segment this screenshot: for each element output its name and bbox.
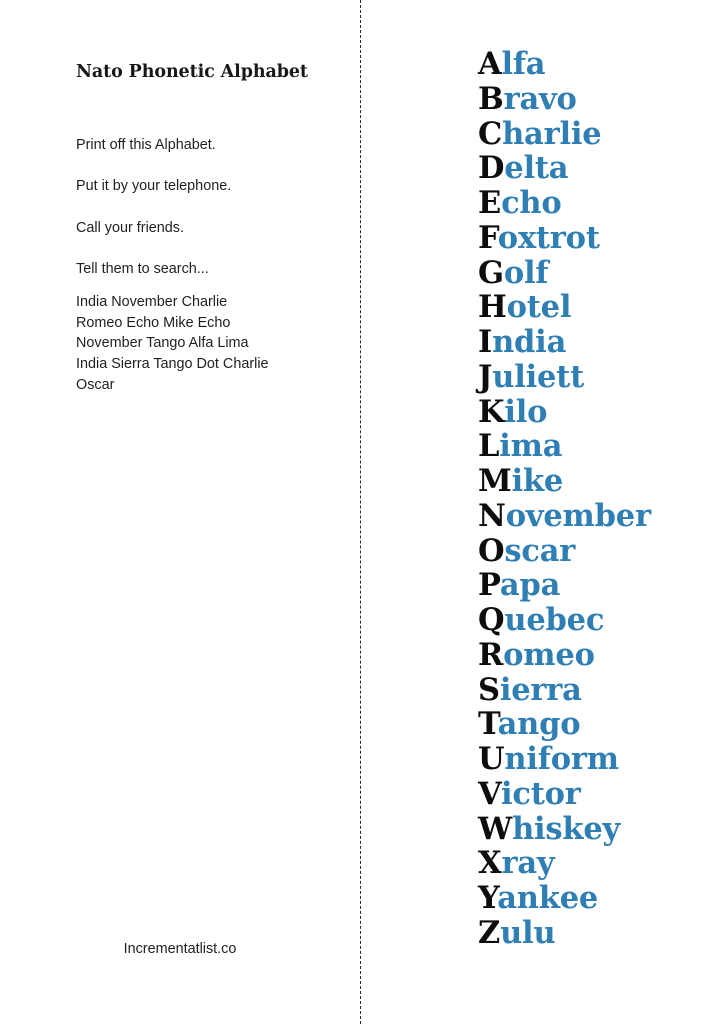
alphabet-initial: B (478, 80, 504, 117)
alphabet-initial: U (478, 741, 505, 777)
alphabet-initial: R (478, 636, 504, 673)
alphabet-initial: E (478, 185, 502, 221)
alphabet-item-r: Romeo (478, 636, 651, 673)
alphabet-initial: V (478, 775, 501, 812)
alphabet-initial: W (478, 810, 513, 847)
alphabet-word-remainder: omeo (503, 636, 595, 673)
alphabet-word-remainder: ango (497, 706, 581, 743)
page-title: Nato Phonetic Alphabet (76, 62, 308, 82)
spelled-url-line: Oscar (76, 376, 115, 393)
printable-page: Nato Phonetic Alphabet Print off this Al… (0, 0, 724, 1024)
alphabet-word-remainder: elta (504, 150, 569, 187)
spelled-url-line: India Sierra Tango Dot Charlie (76, 356, 269, 373)
alphabet-list: Alfa Bravo Charlie Delta Echo Foxtrot Golf Hote… (478, 47, 651, 951)
alphabet-item-p: Papa (478, 568, 651, 603)
spelled-url-line: November Tango Alfa Lima (76, 335, 249, 352)
alphabet-initial: N (478, 497, 506, 534)
alphabet-word-remainder: ulu (500, 914, 556, 951)
instruction-line: Tell them to search... (76, 260, 209, 277)
alphabet-initial: A (478, 46, 502, 82)
alphabet-word-remainder: ictor (500, 775, 581, 812)
alphabet-initial: Y (478, 880, 498, 916)
alphabet-word-remainder: uebec (504, 602, 605, 638)
alphabet-word-remainder: ndia (492, 324, 567, 360)
alphabet-item-h: Hotel (478, 290, 651, 325)
alphabet-word-remainder: cho (501, 185, 562, 221)
alphabet-word-remainder: ilo (504, 393, 548, 430)
alphabet-initial: O (478, 532, 505, 569)
alphabet-initial: K (478, 393, 505, 430)
alphabet-item-u: Uniform (478, 742, 651, 777)
alphabet-item-j: Juliett (478, 358, 651, 395)
alphabet-initial: L (478, 428, 500, 465)
instruction-line: Call your friends. (76, 219, 184, 236)
alphabet-item-s: Sierra (478, 671, 651, 708)
alphabet-word-remainder: lfa (501, 46, 546, 82)
alphabet-initial: G (478, 254, 504, 291)
alphabet-item-o: Oscar (478, 532, 651, 569)
alphabet-item-q: Quebec (478, 603, 651, 638)
alphabet-initial: T (478, 706, 498, 743)
alphabet-word-remainder: ravo (503, 80, 577, 117)
alphabet-item-l: Lima (478, 429, 651, 464)
alphabet-word-remainder: apa (499, 567, 561, 604)
instruction-line: Put it by your telephone. (76, 178, 232, 195)
alphabet-initial: S (478, 671, 500, 708)
left-panel: Nato Phonetic Alphabet Print off this Al… (0, 0, 360, 1024)
alphabet-item-x: Xray (478, 846, 651, 881)
alphabet-item-b: Bravo (478, 80, 651, 117)
alphabet-item-g: Golf (478, 254, 651, 291)
alphabet-word-remainder: ray (501, 845, 555, 882)
alphabet-item-d: Delta (478, 151, 651, 186)
spelled-url-line: India November Charlie (76, 294, 228, 310)
alphabet-initial: P (478, 567, 500, 604)
alphabet-initial: M (478, 463, 512, 499)
alphabet-item-a: Alfa (478, 47, 651, 82)
alphabet-word-remainder: ankee (497, 880, 599, 916)
alphabet-item-m: Mike (478, 464, 651, 499)
alphabet-word-remainder: uliett (492, 358, 584, 395)
alphabet-word-remainder: ierra (499, 671, 582, 708)
alphabet-item-e: Echo (478, 186, 651, 221)
alphabet-item-w: Whiskey (478, 810, 651, 847)
alphabet-word-remainder: otel (506, 289, 572, 326)
alphabet-item-f: Foxtrot (478, 219, 651, 256)
instructions-list: Print off this Alphabet. Put it by your … (76, 125, 346, 290)
alphabet-initial: Z (478, 914, 501, 951)
alphabet-initial: H (478, 289, 507, 326)
alphabet-item-c: Charlie (478, 115, 651, 152)
alphabet-item-k: Kilo (478, 393, 651, 430)
alphabet-word-remainder: ovember (505, 497, 651, 534)
alphabet-initial: D (478, 150, 505, 187)
alphabet-word-remainder: harlie (502, 115, 602, 152)
alphabet-word-remainder: ima (499, 428, 563, 465)
alphabet-word-remainder: scar (504, 532, 576, 569)
alphabet-initial: X (478, 845, 502, 882)
alphabet-item-z: Zulu (478, 914, 651, 951)
alphabet-initial: J (478, 358, 493, 395)
alphabet-item-t: Tango (478, 707, 651, 742)
footer-url: Incrementatlist.co (123, 941, 237, 957)
alphabet-initial: C (478, 115, 503, 152)
alphabet-word-remainder: niform (504, 741, 619, 777)
alphabet-item-y: Yankee (478, 881, 651, 916)
spelled-url-block: India November Charlie Romeo Echo Mike E… (76, 292, 356, 396)
instruction-line: Print off this Alphabet. (76, 137, 216, 153)
alphabet-initial: F (478, 219, 498, 256)
alphabet-panel: Alfa Bravo Charlie Delta Echo Foxtrot Golf Hote… (360, 0, 724, 1024)
alphabet-item-n: November (478, 497, 651, 534)
alphabet-word-remainder: hiskey (512, 810, 621, 847)
alphabet-word-remainder: oxtrot (497, 219, 600, 256)
alphabet-item-v: Victor (478, 775, 651, 812)
alphabet-initial: Q (478, 602, 505, 638)
alphabet-word-remainder: olf (503, 254, 549, 291)
spelled-url-line: Romeo Echo Mike Echo (76, 314, 231, 331)
alphabet-initial: I (478, 324, 493, 360)
alphabet-item-i: India (478, 325, 651, 360)
alphabet-word-remainder: ike (511, 463, 564, 499)
